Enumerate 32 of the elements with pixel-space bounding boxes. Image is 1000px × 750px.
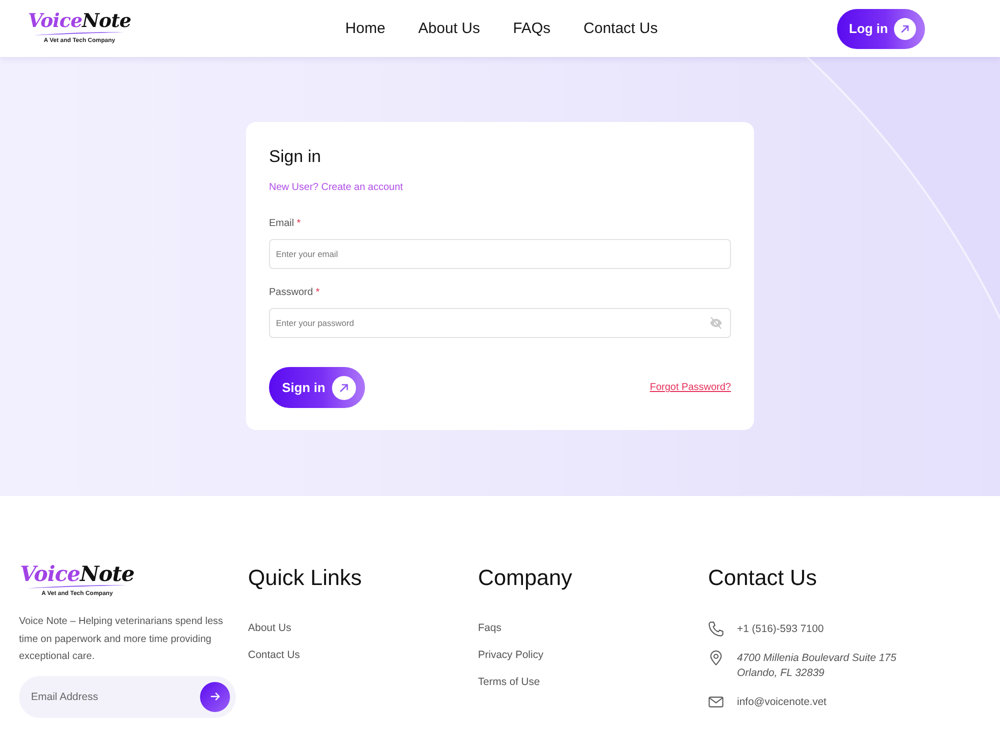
forgot-password-link[interactable]: Forgot Password? (650, 382, 731, 393)
nav-link[interactable]: Contact Us (584, 20, 658, 37)
footer-description: Voice Note – Helping veterinarians spend less time on paperwork and more time providing exceptional care. (19, 615, 224, 664)
logo-wordmark[interactable]: VoiceNote (20, 563, 134, 584)
signin-button[interactable]: Sign in (269, 367, 366, 408)
password-field[interactable]: Enter your password (269, 308, 731, 338)
signin-title: Sign in (269, 147, 322, 167)
footer-link[interactable]: Privacy Policy (478, 649, 544, 662)
field-label: Password * (269, 287, 320, 299)
footer-link[interactable]: About Us (248, 622, 292, 635)
phone-icon (708, 621, 724, 637)
nav-link[interactable]: FAQs (513, 20, 551, 37)
create-account-link[interactable]: New User? Create an account (269, 182, 403, 194)
footer-heading: Quick Links (248, 565, 362, 591)
newsletter-email-field[interactable]: Email Address (19, 676, 236, 718)
nav-link[interactable]: About Us (418, 20, 480, 37)
footer-heading: Company (478, 565, 572, 591)
footer-heading: Contact Us (708, 565, 817, 591)
address-text: 4700 Millenia Boulevard Suite 175 Orlando, FL 32839 (737, 651, 896, 681)
contact-text[interactable]: info@voicenote.vet (737, 695, 826, 710)
mail-icon (708, 694, 724, 710)
footer-link[interactable]: Contact Us (248, 649, 300, 662)
footer-link[interactable]: Terms of Use (478, 676, 540, 689)
location-pin-icon (708, 650, 724, 666)
logo-wordmark[interactable]: VoiceNote (28, 12, 131, 31)
footer-link[interactable]: Faqs (478, 622, 502, 635)
field-label: Email * (269, 218, 301, 230)
login-button[interactable]: Log in (837, 8, 925, 48)
arrow-right-icon (210, 691, 220, 702)
email-field[interactable]: Enter your email (269, 239, 731, 269)
contact-text[interactable]: +1 (516)-593 7100 (737, 622, 824, 637)
nav-link[interactable]: Home (345, 20, 386, 37)
